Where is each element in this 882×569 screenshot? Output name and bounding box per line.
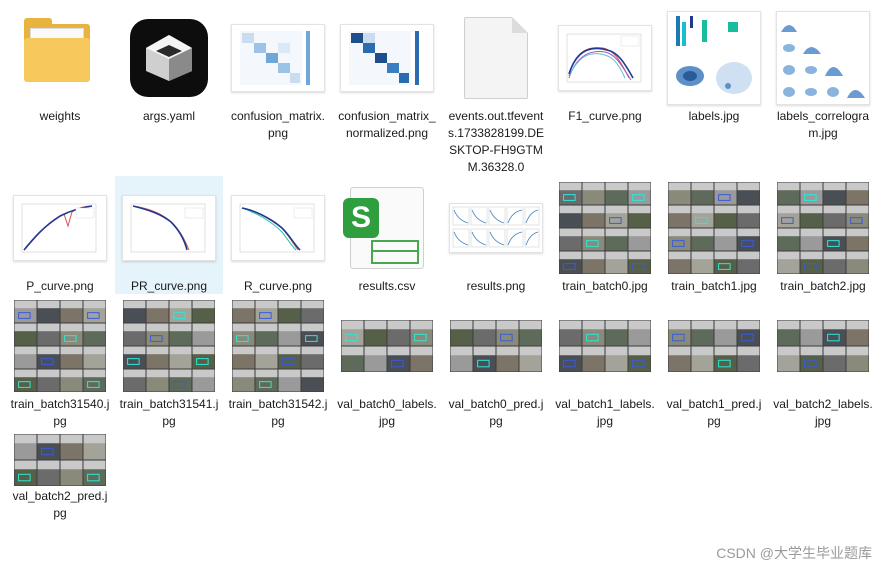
folder-icon [10,8,110,108]
photo-mosaic-thumbnail [10,296,110,396]
file-label: args.yaml [142,109,195,123]
photo-mosaic [341,320,433,372]
file-item-train-batch2[interactable]: train_batch2.jpg [769,178,877,295]
csdn-watermark: CSDN @大学生毕业题库 [716,545,872,561]
file-item-train-batch31540[interactable]: train_batch31540.jpg [6,296,114,430]
file-label: weights [39,109,81,123]
file-label: PR_curve.png [130,279,208,293]
file-label: R_curve.png [243,279,313,293]
file-item-train-batch31541[interactable]: train_batch31541.jpg [115,296,223,430]
file-item-val-batch1-labels[interactable]: val_batch1_labels.jpg [551,296,659,430]
photo-mosaic-thumbnail [228,296,328,396]
file-item-args-yaml[interactable]: args.yaml [115,8,223,125]
file-item-results-png[interactable]: results.png [442,178,550,295]
photo-mosaic-thumbnail [773,296,873,396]
file-label: results.csv [358,279,416,293]
photo-mosaic [668,182,760,274]
confusion-matrix-thumbnail [228,8,328,108]
photo-mosaic [559,320,651,372]
file-label: events.out.tfevents.1733828199.DESKTOP-F… [447,109,545,174]
file-label: val_batch2_labels.jpg [773,397,873,428]
file-label: train_batch0.jpg [562,279,648,293]
file-item-val-batch0-labels[interactable]: val_batch0_labels.jpg [333,296,441,430]
photo-mosaic [777,320,869,372]
correlogram-thumbnail [773,8,873,108]
file-item-train-batch0[interactable]: train_batch0.jpg [551,178,659,295]
file-label: val_batch1_pred.jpg [666,397,762,428]
file-item-val-batch1-pred[interactable]: val_batch1_pred.jpg [660,296,768,430]
file-label: labels_correlogram.jpg [776,109,870,140]
file-label: train_batch31542.jpg [228,397,328,428]
photo-mosaic [232,300,324,392]
photo-mosaic [450,320,542,372]
curve-thumbnail [555,8,655,108]
file-label: train_batch1.jpg [671,279,757,293]
file-label: val_batch0_pred.jpg [448,397,544,428]
file-item-confusion-matrix-normalized[interactable]: confusion_matrix_normalized.png [333,8,441,142]
photo-mosaic [14,300,106,392]
photo-mosaic-thumbnail [10,432,110,488]
photo-mosaic-thumbnail [555,296,655,396]
file-item-confusion-matrix[interactable]: confusion_matrix.png [224,8,332,142]
photo-mosaic [668,320,760,372]
file-label: train_batch31540.jpg [10,397,110,428]
file-item-results-csv[interactable]: S results.csv [333,178,441,295]
file-label: val_batch0_labels.jpg [337,397,437,428]
photo-mosaic [123,300,215,392]
file-label: results.png [466,279,526,293]
file-item-val-batch2-pred[interactable]: val_batch2_pred.jpg [6,432,114,522]
file-label: train_batch31541.jpg [119,397,219,428]
file-label: F1_curve.png [568,109,642,123]
spreadsheet-icon: S [337,178,437,278]
file-item-labels-correlogram[interactable]: labels_correlogram.jpg [769,8,877,142]
photo-mosaic-thumbnail [664,178,764,278]
curve-thumbnail [119,178,219,278]
photo-mosaic [559,182,651,274]
file-label: confusion_matrix.png [230,109,326,140]
file-item-r-curve[interactable]: R_curve.png [224,178,332,295]
file-item-p-curve[interactable]: P_curve.png [6,178,114,295]
file-label: confusion_matrix_normalized.png [338,109,436,140]
curve-thumbnail [10,178,110,278]
file-item-weights[interactable]: weights [6,8,114,125]
file-item-pr-curve[interactable]: PR_curve.png [115,176,223,294]
photo-mosaic-thumbnail [773,178,873,278]
file-item-val-batch0-pred[interactable]: val_batch0_pred.jpg [442,296,550,430]
file-label: val_batch2_pred.jpg [12,489,108,520]
photo-mosaic-thumbnail [337,296,437,396]
photo-mosaic-thumbnail [555,178,655,278]
file-item-f1-curve[interactable]: F1_curve.png [551,8,659,125]
file-item-train-batch1[interactable]: train_batch1.jpg [660,178,768,295]
photo-mosaic [777,182,869,274]
file-item-labels[interactable]: labels.jpg [660,8,768,125]
file-label: labels.jpg [688,109,740,123]
file-label: train_batch2.jpg [780,279,866,293]
photo-mosaic-thumbnail [664,296,764,396]
photo-mosaic-thumbnail [446,296,546,396]
file-item-train-batch31542[interactable]: train_batch31542.jpg [224,296,332,430]
file-label: val_batch1_labels.jpg [555,397,655,428]
photo-mosaic-thumbnail [119,296,219,396]
yaml-app-icon [119,8,219,108]
labels-thumbnail [664,8,764,108]
results-thumbnail [446,178,546,278]
file-item-val-batch2-labels[interactable]: val_batch2_labels.jpg [769,296,877,430]
photo-mosaic [14,434,106,486]
confusion-matrix-normalized-thumbnail [337,8,437,108]
blank-document-icon [446,8,546,108]
file-item-events-tfevents[interactable]: events.out.tfevents.1733828199.DESKTOP-F… [442,8,550,176]
curve-thumbnail [228,178,328,278]
file-label: P_curve.png [26,279,94,293]
